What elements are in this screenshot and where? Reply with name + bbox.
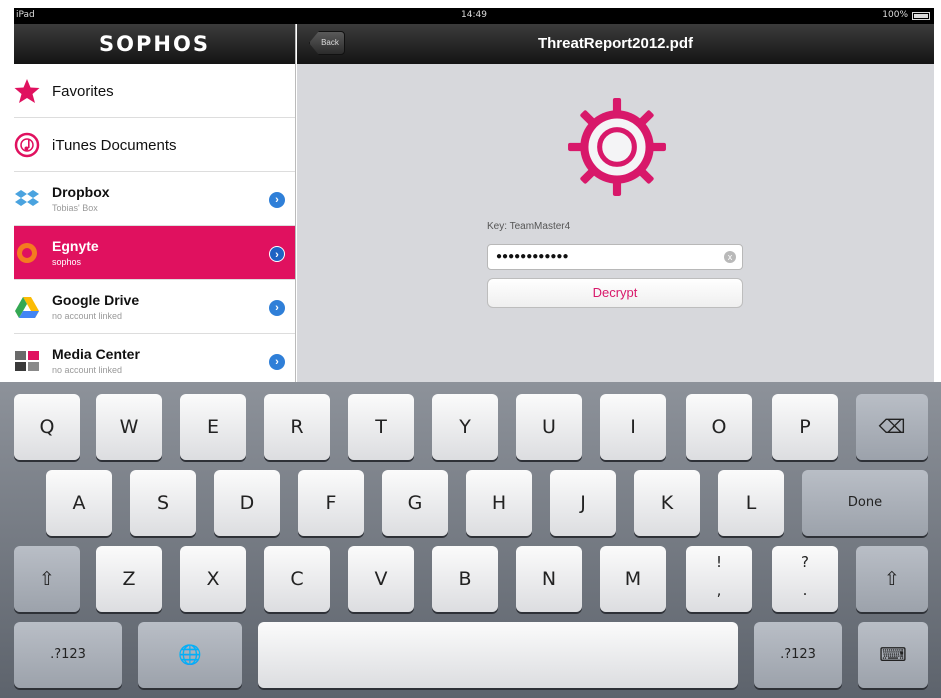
key-e[interactable]: E: [180, 394, 246, 460]
clear-text-icon[interactable]: x: [724, 251, 736, 263]
sidebar-item-favorites[interactable]: Favorites: [14, 64, 295, 118]
sidebar-item-egnyte[interactable]: Egnyte sophos ›: [14, 226, 295, 280]
sidebar-item-subtitle: sophos: [52, 257, 82, 267]
disclosure-button[interactable]: ›: [269, 192, 285, 208]
key-z[interactable]: Z: [96, 546, 162, 612]
dropbox-icon: [15, 190, 39, 206]
key-w[interactable]: W: [96, 394, 162, 460]
disclosure-button[interactable]: ›: [269, 300, 285, 316]
sidebar-item-dropbox[interactable]: Dropbox Tobias' Box ›: [14, 172, 295, 226]
sidebar-item-label: iTunes Documents: [52, 137, 177, 154]
key-l[interactable]: L: [718, 470, 784, 536]
shift-key-right[interactable]: ⇧: [856, 546, 928, 612]
star-icon: [14, 79, 40, 103]
sidebar-item-label: Dropbox: [52, 184, 110, 200]
sidebar-item-subtitle: no account linked: [52, 311, 123, 321]
sidebar-title: SOPHOS: [14, 24, 295, 64]
decrypt-button[interactable]: Decrypt: [487, 278, 743, 308]
decrypt-panel: Key: TeamMaster4 ●●●●●●●●●●●● x Decrypt: [297, 64, 934, 382]
key-r[interactable]: R: [264, 394, 330, 460]
key-d[interactable]: D: [214, 470, 280, 536]
sidebar-item-label: Google Drive: [52, 292, 140, 308]
navigation-bar: Back ThreatReport2012.pdf: [297, 24, 934, 64]
key-m[interactable]: M: [600, 546, 666, 612]
key-c[interactable]: C: [264, 546, 330, 612]
key-s[interactable]: S: [130, 470, 196, 536]
done-key[interactable]: Done: [802, 470, 928, 536]
clock: 14:49: [461, 10, 487, 20]
gear-lock-icon: [568, 98, 666, 196]
space-key[interactable]: [258, 622, 738, 688]
key-i[interactable]: I: [600, 394, 666, 460]
key-x[interactable]: X: [180, 546, 246, 612]
password-value: ●●●●●●●●●●●●: [496, 251, 569, 262]
battery-icon: [912, 12, 930, 20]
on-screen-keyboard: Q W E R T Y U I O P ⌫ A S D F G H J K L …: [0, 382, 941, 698]
sidebar: SOPHOS Favorites iTunes Documents Dropbo…: [14, 24, 296, 382]
sidebar-item-google-drive[interactable]: Google Drive no account linked ›: [14, 280, 295, 334]
key-top-char: !: [715, 553, 722, 571]
numbers-key-left[interactable]: .?123: [14, 622, 122, 688]
battery-percent: 100%: [882, 10, 908, 20]
key-bottom-char: ,: [716, 581, 722, 599]
key-y[interactable]: Y: [432, 394, 498, 460]
key-t[interactable]: T: [348, 394, 414, 460]
media-center-icon: [15, 351, 39, 371]
shift-key-left[interactable]: ⇧: [14, 546, 80, 612]
egnyte-icon: [17, 243, 37, 263]
key-j[interactable]: J: [550, 470, 616, 536]
key-f[interactable]: F: [298, 470, 364, 536]
disclosure-button[interactable]: ›: [269, 246, 285, 262]
sidebar-item-media-center[interactable]: Media Center no account linked ›: [14, 334, 295, 382]
document-title: ThreatReport2012.pdf: [537, 35, 694, 52]
key-n[interactable]: N: [516, 546, 582, 612]
globe-icon[interactable]: 🌐: [138, 622, 242, 688]
backspace-key[interactable]: ⌫: [856, 394, 928, 460]
key-h[interactable]: H: [466, 470, 532, 536]
key-p[interactable]: P: [772, 394, 838, 460]
password-input[interactable]: ●●●●●●●●●●●● x: [487, 244, 743, 270]
key-g[interactable]: G: [382, 470, 448, 536]
itunes-icon: [14, 132, 40, 158]
sidebar-item-itunes-documents[interactable]: iTunes Documents: [14, 118, 295, 172]
sidebar-item-label: Favorites: [52, 83, 114, 100]
key-exclamation-comma[interactable]: ! ,: [686, 546, 752, 612]
key-b[interactable]: B: [432, 546, 498, 612]
key-top-char: ?: [801, 553, 809, 571]
numbers-key-right[interactable]: .?123: [754, 622, 842, 688]
sidebar-item-label: Media Center: [52, 346, 140, 362]
key-a[interactable]: A: [46, 470, 112, 536]
status-bar: iPad 14:49 100%: [14, 8, 934, 24]
key-bottom-char: .: [802, 581, 808, 599]
key-question-period[interactable]: ? .: [772, 546, 838, 612]
sidebar-item-subtitle: no account linked: [52, 365, 123, 375]
key-hint-label: Key: TeamMaster4: [487, 221, 571, 232]
disclosure-button[interactable]: ›: [269, 354, 285, 370]
key-u[interactable]: U: [516, 394, 582, 460]
sidebar-item-subtitle: Tobias' Box: [52, 203, 98, 213]
key-v[interactable]: V: [348, 546, 414, 612]
google-drive-icon: [15, 297, 39, 318]
key-k[interactable]: K: [634, 470, 700, 536]
sidebar-item-label: Egnyte: [52, 238, 99, 254]
hide-keyboard-icon[interactable]: ⌨: [858, 622, 928, 688]
key-q[interactable]: Q: [14, 394, 80, 460]
key-o[interactable]: O: [686, 394, 752, 460]
